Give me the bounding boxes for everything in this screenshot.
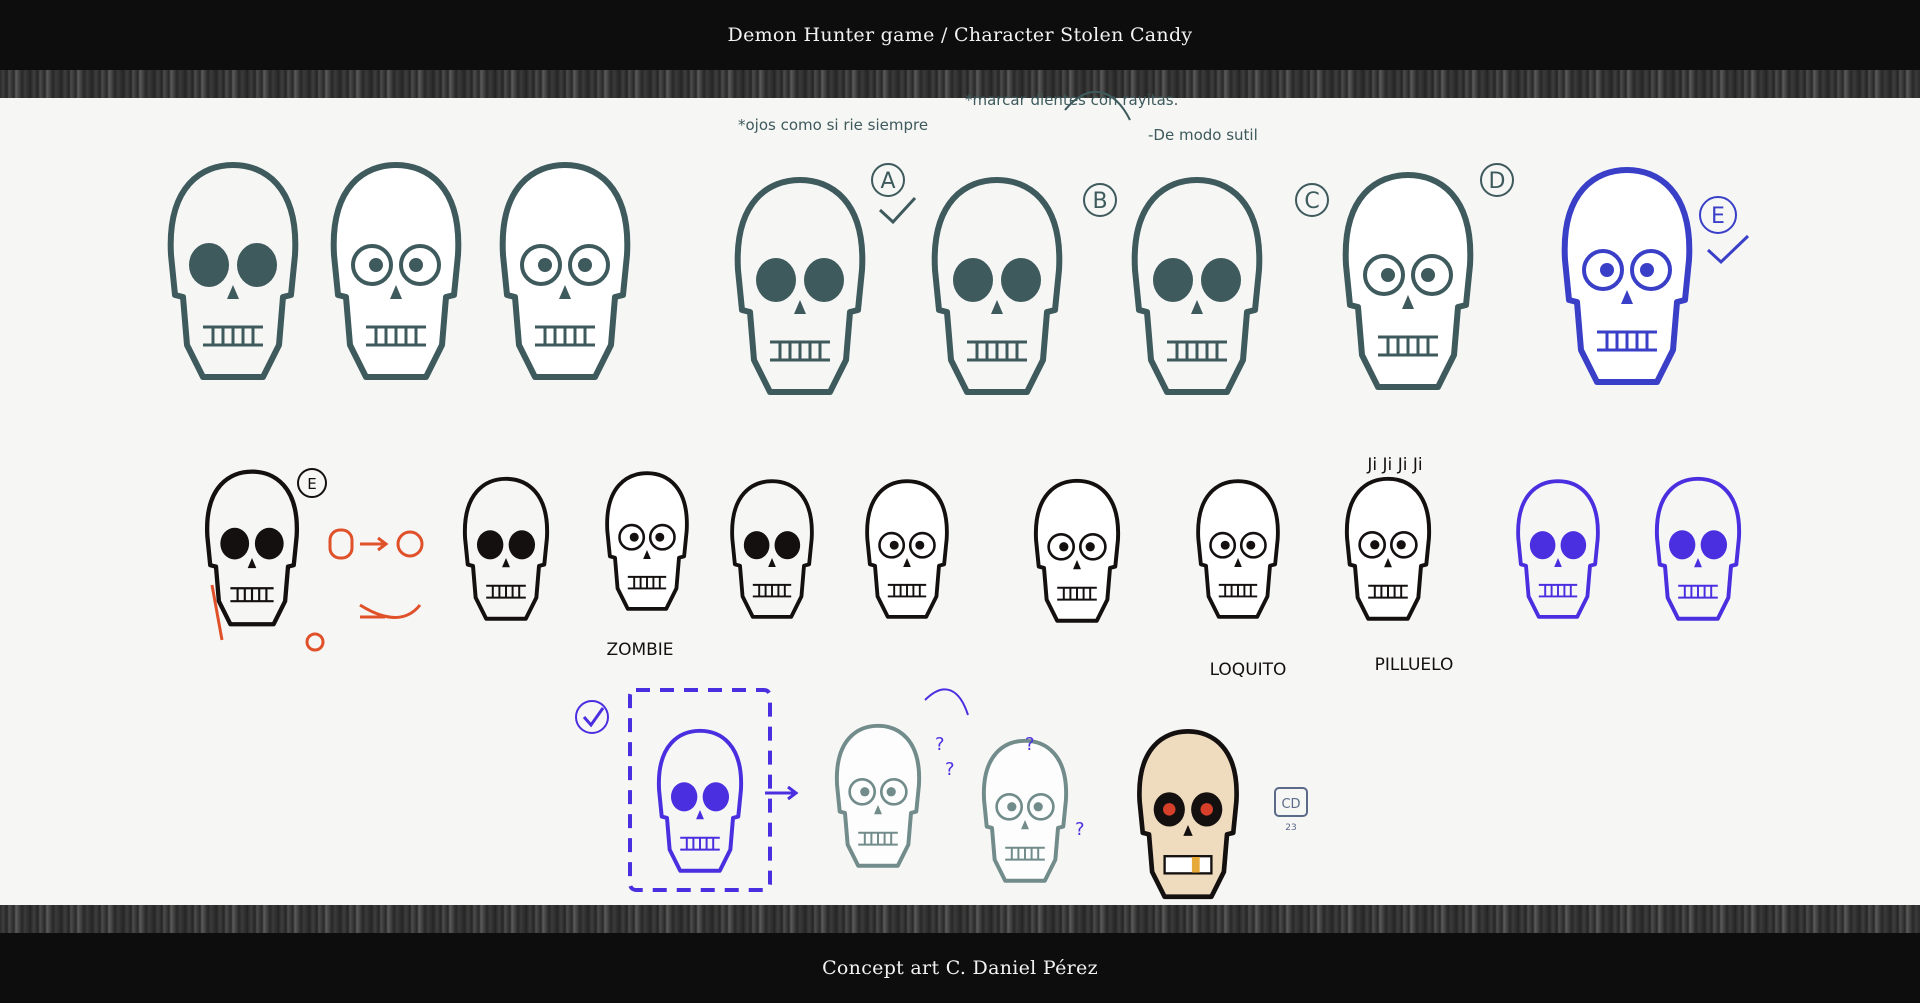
label-q3: ? (945, 759, 955, 780)
check-icon (582, 707, 605, 728)
skull-zombie (605, 471, 689, 611)
label-c: C (1304, 189, 1319, 214)
label-e-ink: E (307, 475, 316, 493)
label-q4: ? (1075, 819, 1085, 840)
skull-light-sketch-1 (834, 723, 922, 868)
skull-ink-2 (462, 476, 550, 621)
skull-pilluelo (1344, 476, 1432, 621)
note-eyes: *ojos como si rie siempre (738, 116, 928, 134)
skull-variant-d (1346, 175, 1471, 387)
label-q1: ? (935, 734, 945, 755)
skull-ink-e (207, 472, 297, 625)
header-title: Demon Hunter game / Character Stolen Can… (727, 24, 1193, 46)
skull-loquito (1196, 479, 1280, 619)
svg-text:CD: CD (1281, 797, 1300, 812)
row-3-final-pick (575, 688, 799, 892)
skull-sketch-1 (171, 165, 296, 377)
label-b: B (1092, 189, 1107, 214)
label-e: E (1711, 204, 1725, 229)
skull-ink-4 (730, 479, 814, 619)
footer-credit: Concept art C. Daniel Pérez (822, 957, 1098, 979)
skull-variant-b (935, 180, 1060, 392)
skull-sketch-2 (334, 165, 459, 377)
skull-ink-6 (1033, 478, 1121, 623)
skull-violet-final (656, 728, 744, 873)
note-subtle: -De modo sutil (1148, 126, 1258, 144)
svg-text:23: 23 (1285, 823, 1296, 833)
label-a: A (880, 169, 895, 194)
label-q2: ? (1025, 734, 1035, 755)
row-2-ink-skulls (207, 471, 1432, 625)
label-loquito: LOQUITO (1210, 660, 1287, 680)
check-icon (878, 196, 917, 225)
selection-box (628, 688, 772, 892)
skull-sketch-3 (503, 165, 628, 377)
skull-variant-c (1135, 180, 1260, 392)
label-jijiji: Ji Ji Ji Ji (1366, 455, 1422, 475)
arrow-icon (924, 688, 969, 716)
skull-violet-2 (1654, 476, 1742, 621)
note-teeth: *marcar dientes con rayitas. (965, 91, 1178, 109)
label-zombie: ZOMBIE (606, 640, 673, 660)
skull-variant-e (1565, 170, 1690, 382)
skull-variant-a (738, 180, 863, 392)
skull-ink-5 (865, 479, 949, 619)
artist-signature: CD 23 (1274, 787, 1308, 833)
skull-light-sketch-2 (981, 738, 1069, 883)
label-d: D (1489, 169, 1506, 194)
skull-sketch-sheet: A B C D E *ojos como si rie siempre *mar… (0, 90, 1750, 900)
check-icon (1706, 234, 1750, 265)
row-1-teal-skulls (171, 165, 1471, 392)
skull-violet-1 (1516, 479, 1600, 619)
label-pilluelo: PILLUELO (1375, 655, 1454, 675)
skull-final-color (1137, 729, 1239, 900)
